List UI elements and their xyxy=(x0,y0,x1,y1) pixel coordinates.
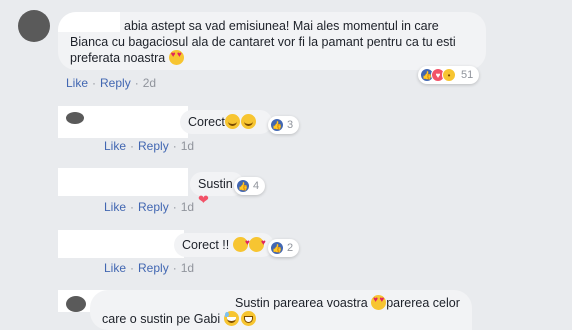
reply-bubble: Sustin parearea voastra parerea celor ca… xyxy=(90,290,472,330)
reaction-count: 4 xyxy=(253,180,260,192)
like-reaction-icon: 👍 xyxy=(270,118,284,132)
like-reaction-icon: 👍 xyxy=(270,241,284,255)
like-link[interactable]: Like xyxy=(66,76,88,90)
reaction-count: 51 xyxy=(461,69,474,81)
reply-link[interactable]: Reply xyxy=(138,200,169,214)
reaction-count: 2 xyxy=(287,242,294,254)
kiss-emoji-icon xyxy=(232,235,250,252)
timestamp[interactable]: 2d xyxy=(143,76,156,90)
smile-emoji-icon xyxy=(240,114,256,129)
avatar[interactable] xyxy=(18,10,50,42)
timestamp[interactable]: 1d xyxy=(181,261,194,275)
kiss-emoji-icon xyxy=(248,235,266,252)
reply-bubble: Corect xyxy=(180,110,272,134)
reply-actions: Like · Reply · 1d xyxy=(104,200,195,214)
heart-eyes-emoji-icon xyxy=(168,50,184,65)
reply-line-2: care o sustin pe Gabi xyxy=(102,311,460,327)
comment-line-1: abia astept sa vad emisiunea! Mai ales m… xyxy=(124,19,439,33)
reply-actions: Like · Reply · 1d xyxy=(104,139,195,153)
reply-link[interactable]: Reply xyxy=(100,76,131,90)
reply-text: Corect !! xyxy=(182,238,230,252)
reaction-count: 3 xyxy=(287,119,294,131)
reply-line-1: Sustin parearea voastra parerea celor xyxy=(102,295,460,311)
timestamp[interactable]: 1d xyxy=(181,139,194,153)
hugging-emoji-icon xyxy=(223,311,239,326)
reaction-summary[interactable]: 👍 ♥ • 51 xyxy=(418,66,480,84)
reaction-summary[interactable]: 👍 2 xyxy=(268,239,300,257)
comment-line-3: preferata noastra xyxy=(70,50,474,66)
reply-link[interactable]: Reply xyxy=(138,261,169,275)
comment-bubble: abia astept sa vad emisiunea! Mai ales m… xyxy=(58,12,486,70)
grin-emoji-icon xyxy=(240,311,256,326)
reply-text: Sustin xyxy=(198,177,233,191)
reply-text: Corect xyxy=(188,115,225,129)
comment-actions: Like · Reply · 2d xyxy=(66,76,157,90)
haha-reaction-icon: • xyxy=(442,68,456,82)
like-link[interactable]: Like xyxy=(104,139,126,153)
reply-bubble: Corect !! xyxy=(174,233,274,257)
reply-link[interactable]: Reply xyxy=(138,139,169,153)
smile-emoji-icon xyxy=(224,114,240,129)
reaction-summary[interactable]: 👍 3 xyxy=(268,116,300,134)
redacted-name xyxy=(58,12,120,32)
heart-emoji-icon: ❤ xyxy=(198,192,209,207)
avatar[interactable] xyxy=(66,112,84,124)
heart-eyes-emoji-icon xyxy=(371,295,387,310)
redacted-reply-header xyxy=(58,230,184,258)
redacted-reply-header xyxy=(58,168,188,196)
avatar[interactable] xyxy=(66,296,86,312)
reaction-summary[interactable]: 👍 4 xyxy=(234,177,266,195)
comment-line-2: Bianca cu bagaciosul ala de cantaret vor… xyxy=(70,35,456,49)
reply-actions: Like · Reply · 1d xyxy=(104,261,195,275)
like-link[interactable]: Like xyxy=(104,261,126,275)
like-link[interactable]: Like xyxy=(104,200,126,214)
like-reaction-icon: 👍 xyxy=(236,179,250,193)
timestamp[interactable]: 1d xyxy=(181,200,194,214)
